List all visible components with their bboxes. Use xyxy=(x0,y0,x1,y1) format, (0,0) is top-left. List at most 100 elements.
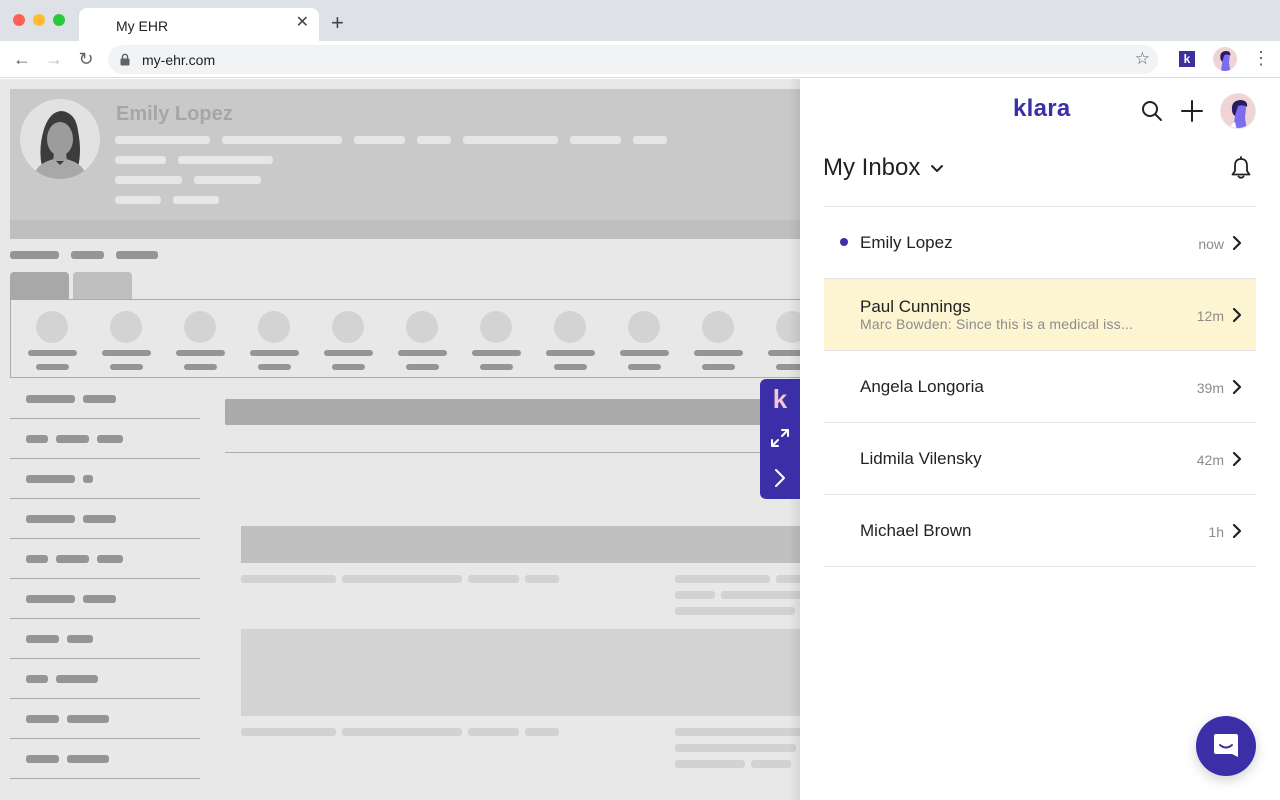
conversation-preview: Marc Bowden: Since this is a medical iss… xyxy=(860,316,1134,332)
chevron-down-icon[interactable] xyxy=(930,161,944,175)
klara-extension-icon[interactable]: k xyxy=(1179,51,1195,67)
skeleton-line xyxy=(26,635,59,643)
skeleton-line xyxy=(694,350,743,356)
klara-side-tab: k xyxy=(760,379,800,499)
arrow-left-icon[interactable]: ← xyxy=(12,49,32,69)
skeleton-line xyxy=(110,364,143,370)
patient-silhouette-icon xyxy=(32,111,88,179)
skeleton-line xyxy=(554,364,587,370)
skeleton-avatar xyxy=(406,311,438,343)
skeleton-line xyxy=(751,760,791,768)
skeleton-line xyxy=(675,728,800,736)
divider xyxy=(225,452,800,453)
search-icon[interactable] xyxy=(1140,99,1164,123)
divider xyxy=(10,578,200,579)
skeleton-line xyxy=(83,515,116,523)
skeleton-line xyxy=(56,675,98,683)
star-icon[interactable]: ☆ xyxy=(1135,49,1150,69)
conversation-time: now xyxy=(1198,236,1224,252)
skeleton-line xyxy=(83,475,93,483)
skeleton-line xyxy=(28,350,77,356)
skeleton-avatar xyxy=(628,311,660,343)
skeleton-line xyxy=(342,575,462,583)
address-bar[interactable]: my-ehr.com ☆ xyxy=(108,45,1158,74)
skeleton-avatar xyxy=(332,311,364,343)
window-minimize-button[interactable] xyxy=(33,14,45,26)
skeleton-breadcrumb xyxy=(71,251,104,259)
ehr-page: Emily Lopez xyxy=(0,79,800,800)
skeleton-line xyxy=(67,635,93,643)
conversation-name: Lidmila Vilensky xyxy=(860,449,982,468)
conversation-row[interactable]: Lidmila Vilensky 42m xyxy=(824,423,1256,495)
inbox-selector[interactable]: My Inbox xyxy=(823,154,920,182)
conversation-time: 39m xyxy=(1196,380,1224,396)
skeleton-avatar xyxy=(110,311,142,343)
chat-launcher-button[interactable] xyxy=(1196,716,1256,776)
skeleton-line xyxy=(115,176,182,184)
divider xyxy=(10,618,200,619)
avatar-illustration-icon xyxy=(1229,100,1248,128)
skeleton-line xyxy=(178,156,273,164)
conversation-name: Michael Brown xyxy=(860,521,972,540)
conversation-row[interactable]: Angela Longoria 39m xyxy=(824,351,1256,423)
window-close-button[interactable] xyxy=(13,14,25,26)
expand-icon[interactable] xyxy=(769,427,791,449)
skeleton-section-header xyxy=(225,399,800,425)
skeleton-line xyxy=(26,475,75,483)
browser-profile-avatar[interactable] xyxy=(1213,47,1237,71)
patient-name: Emily Lopez xyxy=(116,103,233,125)
skeleton-line xyxy=(67,755,109,763)
skeleton-line xyxy=(258,364,291,370)
conversation-row[interactable]: Paul Cunnings Marc Bowden: Since this is … xyxy=(824,279,1256,351)
reload-icon[interactable]: ↻ xyxy=(76,49,96,69)
divider xyxy=(10,458,200,459)
divider xyxy=(10,498,200,499)
lock-icon xyxy=(120,53,130,66)
skeleton-line xyxy=(97,555,123,563)
bell-icon[interactable] xyxy=(1230,156,1252,180)
skeleton-line xyxy=(26,675,48,683)
skeleton-line xyxy=(36,364,69,370)
skeleton-line xyxy=(83,595,116,603)
skeleton-avatar xyxy=(480,311,512,343)
arrow-right-icon[interactable]: → xyxy=(44,49,64,69)
conversation-row[interactable]: Emily Lopez now xyxy=(824,207,1256,279)
skeleton-line xyxy=(468,575,519,583)
user-avatar[interactable] xyxy=(1220,93,1256,129)
ehr-tab-2[interactable] xyxy=(73,272,132,299)
skeleton-line xyxy=(26,435,48,443)
skeleton-line xyxy=(26,555,48,563)
klara-logo: klara xyxy=(1013,95,1071,122)
new-tab-button[interactable]: + xyxy=(331,12,344,34)
conversation-row[interactable]: Michael Brown 1h xyxy=(824,495,1256,567)
chevron-right-icon xyxy=(1232,235,1242,251)
conversation-name: Paul Cunnings xyxy=(860,297,971,316)
skeleton-line xyxy=(472,350,521,356)
klara-panel: klara My Inbox Emily Lopez now Paul Cunnin… xyxy=(800,79,1280,800)
skeleton-avatar xyxy=(184,311,216,343)
skeleton-line xyxy=(525,575,559,583)
url-text[interactable]: my-ehr.com xyxy=(142,52,215,68)
divider xyxy=(10,418,200,419)
skeleton-line xyxy=(675,591,715,599)
skeleton-line xyxy=(194,176,261,184)
ehr-tab-1[interactable] xyxy=(10,272,69,299)
skeleton-line xyxy=(26,395,75,403)
skeleton-line xyxy=(56,555,89,563)
skeleton-block xyxy=(241,629,800,716)
skeleton-breadcrumb xyxy=(10,251,59,259)
window-maximize-button[interactable] xyxy=(53,14,65,26)
skeleton-line xyxy=(56,435,89,443)
divider xyxy=(10,738,200,739)
collapse-chevron-icon[interactable] xyxy=(771,467,789,489)
skeleton-block xyxy=(241,526,800,563)
plus-icon[interactable] xyxy=(1180,99,1204,123)
skeleton-breadcrumb xyxy=(116,251,158,259)
skeleton-line xyxy=(26,595,75,603)
conversation-time: 42m xyxy=(1196,452,1224,468)
more-vertical-icon[interactable]: ⋮ xyxy=(1252,48,1270,68)
skeleton-line xyxy=(342,728,462,736)
klara-logo-letter[interactable]: k xyxy=(760,383,800,415)
close-icon[interactable]: ✕ xyxy=(296,15,309,31)
browser-tab[interactable]: My EHR ✕ xyxy=(79,8,319,41)
